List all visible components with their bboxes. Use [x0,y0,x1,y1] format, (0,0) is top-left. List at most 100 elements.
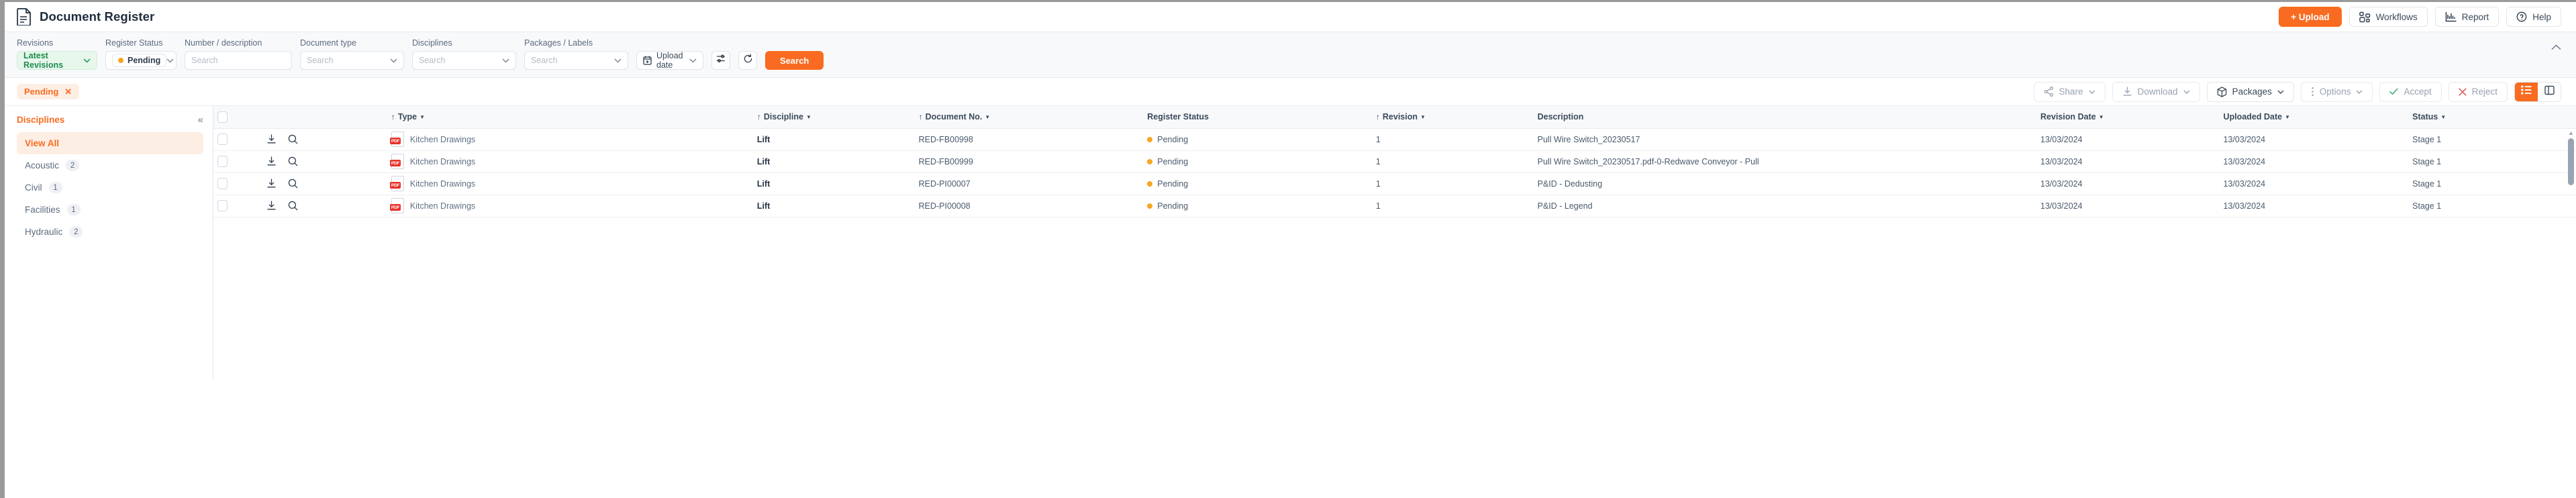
reject-button-label: Reject [2471,87,2497,97]
row-document-no-cell: RED-FB00998 [914,128,1144,151]
calendar-icon [643,56,652,65]
revisions-select[interactable]: Latest Revisions [17,51,97,70]
table-row[interactable]: PDF Kitchen Drawings Lift RED-FB00998 Pe… [213,128,2576,151]
row-discipline-cell: Lift [752,128,915,151]
document-type-select[interactable]: Search [300,51,404,70]
sidebar-item-view-all[interactable]: View All [17,132,203,154]
chip-label: Pending [24,87,59,97]
type-name: Kitchen Drawings [409,156,476,166]
download-icon[interactable] [266,201,277,211]
col-discipline[interactable]: ↑ Discipline ▼ [752,106,915,129]
select-all-header [213,106,262,129]
workflows-button[interactable]: Workflows [2348,7,2428,27]
download-button[interactable]: Download [2112,81,2200,102]
sidebar-item-label: Acoustic [25,160,60,170]
col-revision-sort[interactable]: ↑ Revision ▼ [1376,112,1426,121]
col-revision-date-sort[interactable]: Revision Date ▼ [2040,112,2104,121]
col-uploaded-date-sort[interactable]: Uploaded Date ▼ [2224,112,2290,121]
scrollbar-thumb[interactable] [2568,138,2574,185]
upload-date-label: Upload date [656,51,683,70]
type-name: Kitchen Drawings [409,201,476,211]
number-description-field[interactable]: Search [185,51,292,70]
col-document-no-sort[interactable]: ↑ Document No. ▼ [919,112,991,121]
pdf-file-icon: PDF [389,154,404,169]
accept-button[interactable]: Accept [2379,81,2442,102]
active-filter-chip-pending[interactable]: Pending ✕ [17,84,80,99]
search-icon[interactable] [288,156,298,166]
row-revision-cell: 1 [1371,172,1534,195]
sidebar-item-civil[interactable]: Civil 1 [17,177,203,199]
select-all-checkbox[interactable] [217,111,228,123]
search-icon[interactable] [288,201,298,211]
row-checkbox[interactable] [217,200,228,211]
pending-dot-icon [1147,203,1153,209]
col-type[interactable]: ↑ Type ▼ [387,106,753,129]
col-revision-date-label: Revision Date [2040,112,2096,122]
pdf-file-icon: PDF [389,176,404,191]
table-row[interactable]: PDF Kitchen Drawings Lift RED-PI00008 Pe… [213,195,2576,217]
col-uploaded-date[interactable]: Uploaded Date ▼ [2219,106,2409,129]
pending-dot-icon [1147,136,1153,142]
type-cell: PDF Kitchen Drawings [389,154,749,169]
col-status-sort[interactable]: Status ▼ [2412,112,2446,121]
table-row[interactable]: PDF Kitchen Drawings Lift RED-PI00007 Pe… [213,172,2576,195]
row-actions-cell [262,172,387,195]
sidebar-item-acoustic[interactable]: Acoustic 2 [17,154,203,177]
disciplines-select[interactable]: Search [412,51,516,70]
download-icon[interactable] [266,156,277,166]
filter-register-status: Register Status Pending [105,38,177,70]
row-type-cell: PDF Kitchen Drawings [387,150,753,173]
sidebar-item-label: Facilities [25,205,60,215]
row-select-cell [213,150,262,173]
reset-filters-button[interactable] [738,51,757,70]
table-row[interactable]: PDF Kitchen Drawings Lift RED-FB00999 Pe… [213,150,2576,173]
sidebar-item-facilities[interactable]: Facilities 1 [17,199,203,221]
close-icon[interactable]: ✕ [64,87,72,96]
collapse-sidebar-icon[interactable]: « [198,114,203,126]
download-icon[interactable] [266,179,277,189]
row-status-cell: Stage 1 [2408,172,2576,195]
options-button[interactable]: Options [2300,81,2373,102]
sidebar-item-label: Civil [25,183,42,193]
help-button[interactable]: Help [2506,7,2561,27]
search-icon[interactable] [288,179,298,189]
row-checkbox[interactable] [217,134,228,145]
upload-button[interactable]: + Upload [2279,7,2342,27]
list-view-toggle[interactable] [2515,82,2538,101]
col-discipline-sort[interactable]: ↑ Discipline ▼ [757,112,811,121]
col-status[interactable]: Status ▼ [2408,106,2576,129]
sidebar-title: Disciplines [17,115,65,125]
row-checkbox[interactable] [217,156,228,167]
col-revision[interactable]: ↑ Revision ▼ [1371,106,1534,129]
register-status-select[interactable]: Pending [105,51,177,70]
search-button[interactable]: Search [765,51,824,70]
upload-date-select[interactable]: Upload date [636,51,703,70]
col-document-no[interactable]: ↑ Document No. ▼ [914,106,1144,129]
pdf-label: PDF [389,182,401,189]
report-button[interactable]: Report [2434,7,2499,27]
share-button[interactable]: Share [2033,81,2106,102]
scroll-up-arrow-icon[interactable]: ▲ [2568,130,2574,136]
type-cell: PDF Kitchen Drawings [389,132,749,147]
download-icon[interactable] [266,134,277,144]
row-status-cell: Stage 1 [2408,150,2576,173]
packages-labels-select[interactable]: Search [524,51,628,70]
advanced-filter-button[interactable] [711,51,730,70]
sidebar-item-hydraulic[interactable]: Hydraulic 2 [17,221,203,243]
row-actions-header [262,106,387,129]
search-icon[interactable] [288,134,298,144]
row-actions-cell [262,195,387,217]
row-status-cell: Stage 1 [2408,195,2576,217]
reject-button[interactable]: Reject [2448,81,2508,102]
accept-button-label: Accept [2404,87,2432,97]
collapse-filters-icon[interactable] [2551,42,2561,54]
chevron-down-icon [83,56,91,65]
number-description-placeholder: Search [191,56,218,65]
split-view-toggle[interactable] [2538,82,2561,101]
table-scrollbar[interactable]: ▲ [2568,130,2574,377]
row-discipline-cell: Lift [752,150,915,173]
col-revision-date[interactable]: Revision Date ▼ [2036,106,2220,129]
row-checkbox[interactable] [217,178,228,189]
col-type-sort[interactable]: ↑ Type ▼ [391,112,425,121]
packages-button[interactable]: Packages [2206,81,2294,102]
